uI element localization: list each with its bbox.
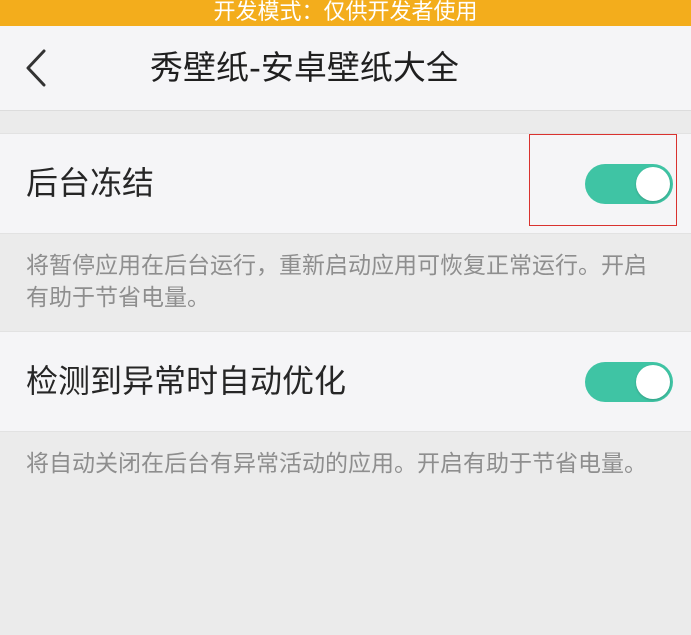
setting-label: 检测到异常时自动优化 (26, 362, 347, 400)
setting-label: 后台冻结 (26, 164, 155, 202)
developer-mode-banner: 开发模式：仅供开发者使用 (0, 0, 691, 26)
top-bar: 秀壁纸-安卓壁纸大全 (0, 26, 691, 111)
back-button[interactable] (14, 46, 58, 90)
chevron-left-icon (26, 49, 46, 87)
toggle-knob (636, 365, 670, 399)
highlight-box (529, 134, 677, 226)
page-title: 秀壁纸-安卓壁纸大全 (150, 26, 530, 110)
auto-optimize-toggle[interactable] (585, 362, 673, 402)
setting-row-auto-optimize[interactable]: 检测到异常时自动优化 (0, 331, 691, 432)
setting-description: 将自动关闭在后台有异常活动的应用。开启有助于节省电量。 (26, 451, 647, 477)
setting-description: 将暂停应用在后台运行，重新启动应用可恢复正常运行。开启有助于节省电量。 (26, 253, 647, 311)
